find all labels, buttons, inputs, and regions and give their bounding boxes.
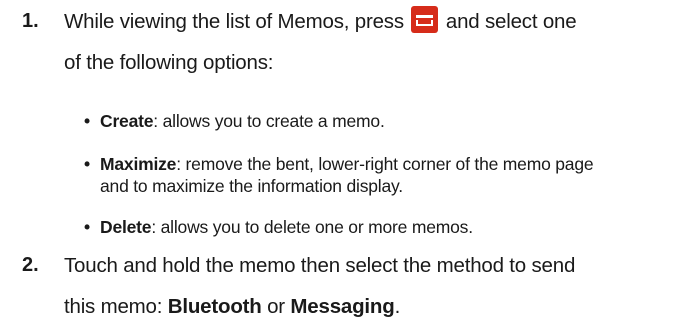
step-line: of the following options: <box>64 51 274 74</box>
manual-page: 1. While viewing the list of Memos, pres… <box>0 0 683 333</box>
step-text: While viewing the list of Memos, press a… <box>64 4 664 81</box>
option-term: Create <box>100 111 154 131</box>
option-term: Bluetooth <box>167 295 262 318</box>
bullet-icon: • <box>84 154 90 174</box>
step-line: this memo: Bluetooth or Messaging. <box>64 295 401 318</box>
step-line: Touch and hold the memo then select the … <box>64 254 576 277</box>
bullet-icon: • <box>84 217 90 237</box>
option-term: Messaging <box>290 295 395 318</box>
option-term: Maximize <box>100 154 177 174</box>
option-term: Delete <box>100 217 152 237</box>
option-description: : remove the bent, lower-right corner of… <box>176 154 594 174</box>
step-text-part: and select one <box>445 10 577 33</box>
step-text-part: While viewing the list of Memos, press <box>64 10 404 33</box>
step-number: 1. <box>22 10 39 32</box>
option-description: : allows you to delete one or more memos… <box>151 217 473 237</box>
option-description-cont: and to maximize the information display. <box>100 176 403 196</box>
step-line: While viewing the list of Memos, press a… <box>64 4 664 40</box>
step-number: 2. <box>22 254 39 276</box>
menu-key-icon <box>411 6 439 33</box>
step-text: Touch and hold the memo then select the … <box>64 248 664 325</box>
option-description: : allows you to create a memo. <box>153 111 385 131</box>
bullet-icon: • <box>84 111 90 131</box>
